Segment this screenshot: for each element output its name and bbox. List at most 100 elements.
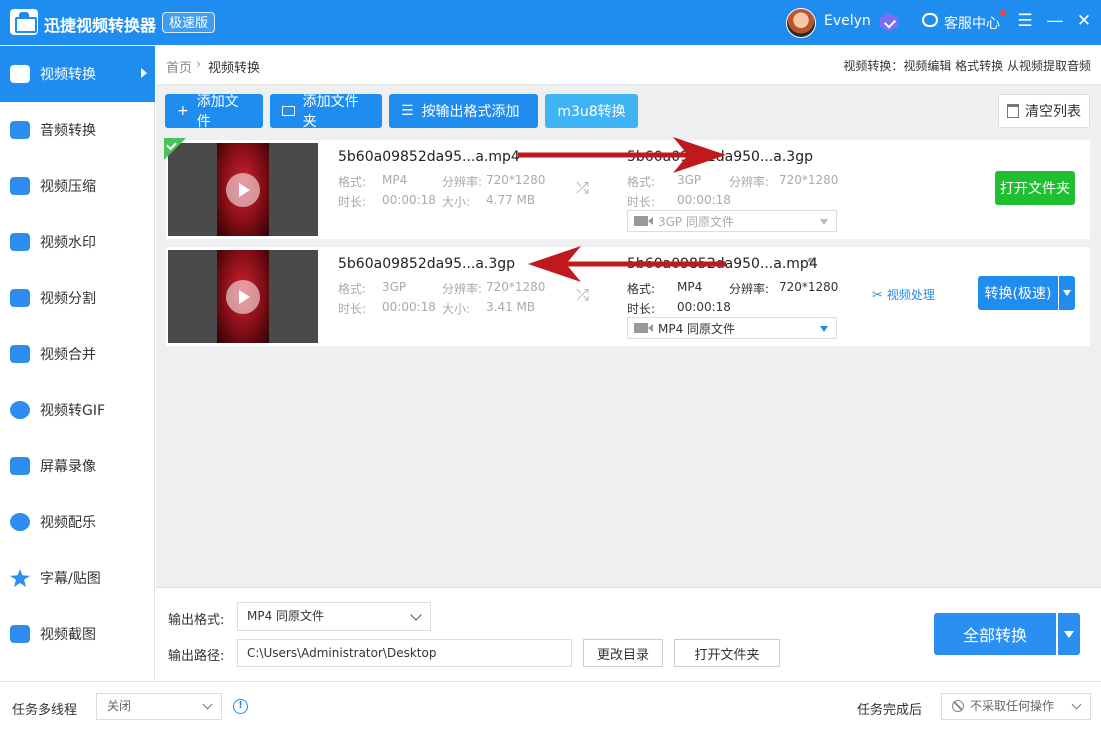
info-icon[interactable]: ! <box>233 699 248 714</box>
list-icon: ☰ <box>401 103 414 119</box>
change-directory-button[interactable]: 更改目录 <box>583 639 663 667</box>
sidebar-item-label: 视频合并 <box>40 347 96 363</box>
source-duration: 00:00:18 <box>382 300 436 314</box>
video-split-icon <box>10 289 30 307</box>
convert-all-dropdown[interactable] <box>1058 613 1080 655</box>
file-row[interactable]: 5b60a09852da95...a.3gp 格式: 3GP 分辨率: 720*… <box>166 247 1090 346</box>
sidebar-item-label: 视频转GIF <box>40 403 106 419</box>
app-logo-icon <box>10 9 38 35</box>
edition-badge: 极速版 <box>162 12 216 33</box>
user-avatar[interactable] <box>786 8 816 38</box>
video-thumbnail[interactable] <box>168 250 318 343</box>
sidebar-item-video-convert[interactable]: 视频转换 <box>0 46 155 102</box>
after-task-value: 不采取任何操作 <box>970 699 1055 713</box>
file-list-area: + 添加文件 添加文件夹 ☰ 按输出格式添加 m3u8转换 清空列表 5b60a… <box>156 85 1101 587</box>
audio-convert-icon <box>10 121 30 139</box>
open-output-folder-button[interactable]: 打开文件夹 <box>674 639 780 667</box>
target-format: 3GP <box>677 173 702 187</box>
file-row[interactable]: 5b60a09852da95...a.mp4 格式: MP4 分辨率: 720*… <box>164 138 1090 239</box>
clear-list-button[interactable]: 清空列表 <box>998 94 1090 128</box>
caret-down-icon <box>820 326 828 332</box>
video-compress-icon <box>10 177 30 195</box>
target-format-label: 格式: <box>627 282 656 296</box>
add-by-format-button[interactable]: ☰ 按输出格式添加 <box>389 94 538 128</box>
target-format: MP4 <box>677 280 703 294</box>
menu-icon[interactable]: ☰ <box>1016 11 1034 31</box>
output-path-label: 输出路径: <box>168 649 225 664</box>
target-format-select[interactable]: 3GP 同原文件 <box>627 210 837 232</box>
convert-all-button[interactable]: 全部转换 <box>934 613 1056 655</box>
feature-tip: 视频转换：视频编辑 格式转换 从视频提取音频 <box>843 59 1091 73</box>
sidebar-item-video-music[interactable]: 视频配乐 <box>0 494 155 550</box>
sidebar-item-video-merge[interactable]: 视频合并 <box>0 326 155 382</box>
chat-icon[interactable] <box>922 13 938 27</box>
add-file-button[interactable]: + 添加文件 <box>165 94 263 130</box>
source-duration-label: 时长: <box>338 302 367 316</box>
chevron-down-icon <box>410 609 422 621</box>
status-bar: 任务多线程 关闭 ! 任务完成后 不采取任何操作 <box>0 681 1101 731</box>
output-path-field[interactable]: C:\Users\Administrator\Desktop <box>237 639 572 667</box>
vip-icon[interactable] <box>880 13 898 31</box>
m3u8-label: m3u8转换 <box>557 104 626 120</box>
plus-icon: + <box>177 103 189 119</box>
sidebar-item-label: 字幕/贴图 <box>40 571 101 587</box>
close-icon[interactable]: ✕ <box>1075 11 1093 31</box>
ban-icon <box>952 700 964 712</box>
breadcrumb-home[interactable]: 首页 <box>166 57 192 76</box>
sidebar-item-label: 视频转换 <box>40 67 96 83</box>
convert-options-dropdown[interactable] <box>1059 276 1075 310</box>
minimize-icon[interactable]: — <box>1046 11 1064 31</box>
m3u8-convert-button[interactable]: m3u8转换 <box>545 94 638 128</box>
notification-dot <box>1000 10 1006 16</box>
convert-button[interactable]: 转换(极速) <box>978 276 1058 310</box>
sidebar-item-label: 视频压缩 <box>40 179 96 195</box>
target-format-select[interactable]: MP4 同原文件 <box>627 317 837 339</box>
sidebar-item-video-split[interactable]: 视频分割 <box>0 270 155 326</box>
video-camera-icon <box>634 216 653 226</box>
sidebar-item-subtitle-sticker[interactable]: 字幕/贴图 <box>0 550 155 606</box>
sidebar: 视频转换 音频转换 视频压缩 视频水印 视频分割 视频合并 视频转GIF 屏幕录… <box>0 45 155 681</box>
after-task-select[interactable]: 不采取任何操作 <box>941 693 1091 720</box>
customer-service-link[interactable]: 客服中心 <box>944 13 1000 33</box>
sidebar-item-video-watermark[interactable]: 视频水印 <box>0 214 155 270</box>
target-resolution-label: 分辨率: <box>729 175 770 189</box>
video-gif-icon <box>10 401 30 419</box>
video-camera-icon <box>634 323 653 333</box>
source-format-label: 格式: <box>338 175 367 189</box>
edit-name-icon[interactable]: ✎ <box>807 256 818 271</box>
multithread-select[interactable]: 关闭 <box>96 693 222 720</box>
sidebar-item-video-gif[interactable]: 视频转GIF <box>0 382 155 438</box>
play-icon[interactable] <box>226 280 260 314</box>
sidebar-item-label: 音频转换 <box>40 123 96 139</box>
play-icon[interactable] <box>226 173 260 207</box>
username[interactable]: Evelyn <box>824 13 871 29</box>
sidebar-item-video-screenshot[interactable]: 视频截图 <box>0 606 155 662</box>
target-duration: 00:00:18 <box>677 300 731 314</box>
screen-record-icon <box>10 457 30 475</box>
video-process-link[interactable]: ✂ 视频处理 <box>872 286 935 303</box>
sidebar-item-label: 屏幕录像 <box>40 459 96 475</box>
sidebar-item-screen-record[interactable]: 屏幕录像 <box>0 438 155 494</box>
scissors-icon: ✂ <box>872 288 883 303</box>
open-folder-button[interactable]: 打开文件夹 <box>995 171 1075 205</box>
video-thumbnail[interactable] <box>168 143 318 236</box>
sidebar-item-video-compress[interactable]: 视频压缩 <box>0 158 155 214</box>
source-file-name: 5b60a09852da95...a.3gp <box>338 256 516 272</box>
source-format: 3GP <box>382 280 407 294</box>
sidebar-item-audio-convert[interactable]: 音频转换 <box>0 102 155 158</box>
chevron-down-icon <box>1071 699 1082 710</box>
target-file-name: 5b60a09852da950...a.mp4 <box>627 256 818 272</box>
target-duration-label: 时长: <box>627 302 656 316</box>
add-folder-button[interactable]: 添加文件夹 <box>270 94 382 130</box>
target-format-label: 格式: <box>627 175 656 189</box>
video-process-label: 视频处理 <box>886 288 935 302</box>
star-icon <box>10 569 30 587</box>
sidebar-item-label: 视频分割 <box>40 291 96 307</box>
add-file-label: 添加文件 <box>196 94 239 130</box>
video-convert-icon <box>10 65 30 83</box>
source-duration: 00:00:18 <box>382 193 436 207</box>
source-resolution-label: 分辨率: <box>442 282 483 296</box>
output-format-select[interactable]: MP4 同原文件 <box>237 602 431 631</box>
target-file-name: 5b60a09852da950...a.3gp <box>627 149 813 165</box>
source-resolution: 720*1280 <box>486 280 546 294</box>
